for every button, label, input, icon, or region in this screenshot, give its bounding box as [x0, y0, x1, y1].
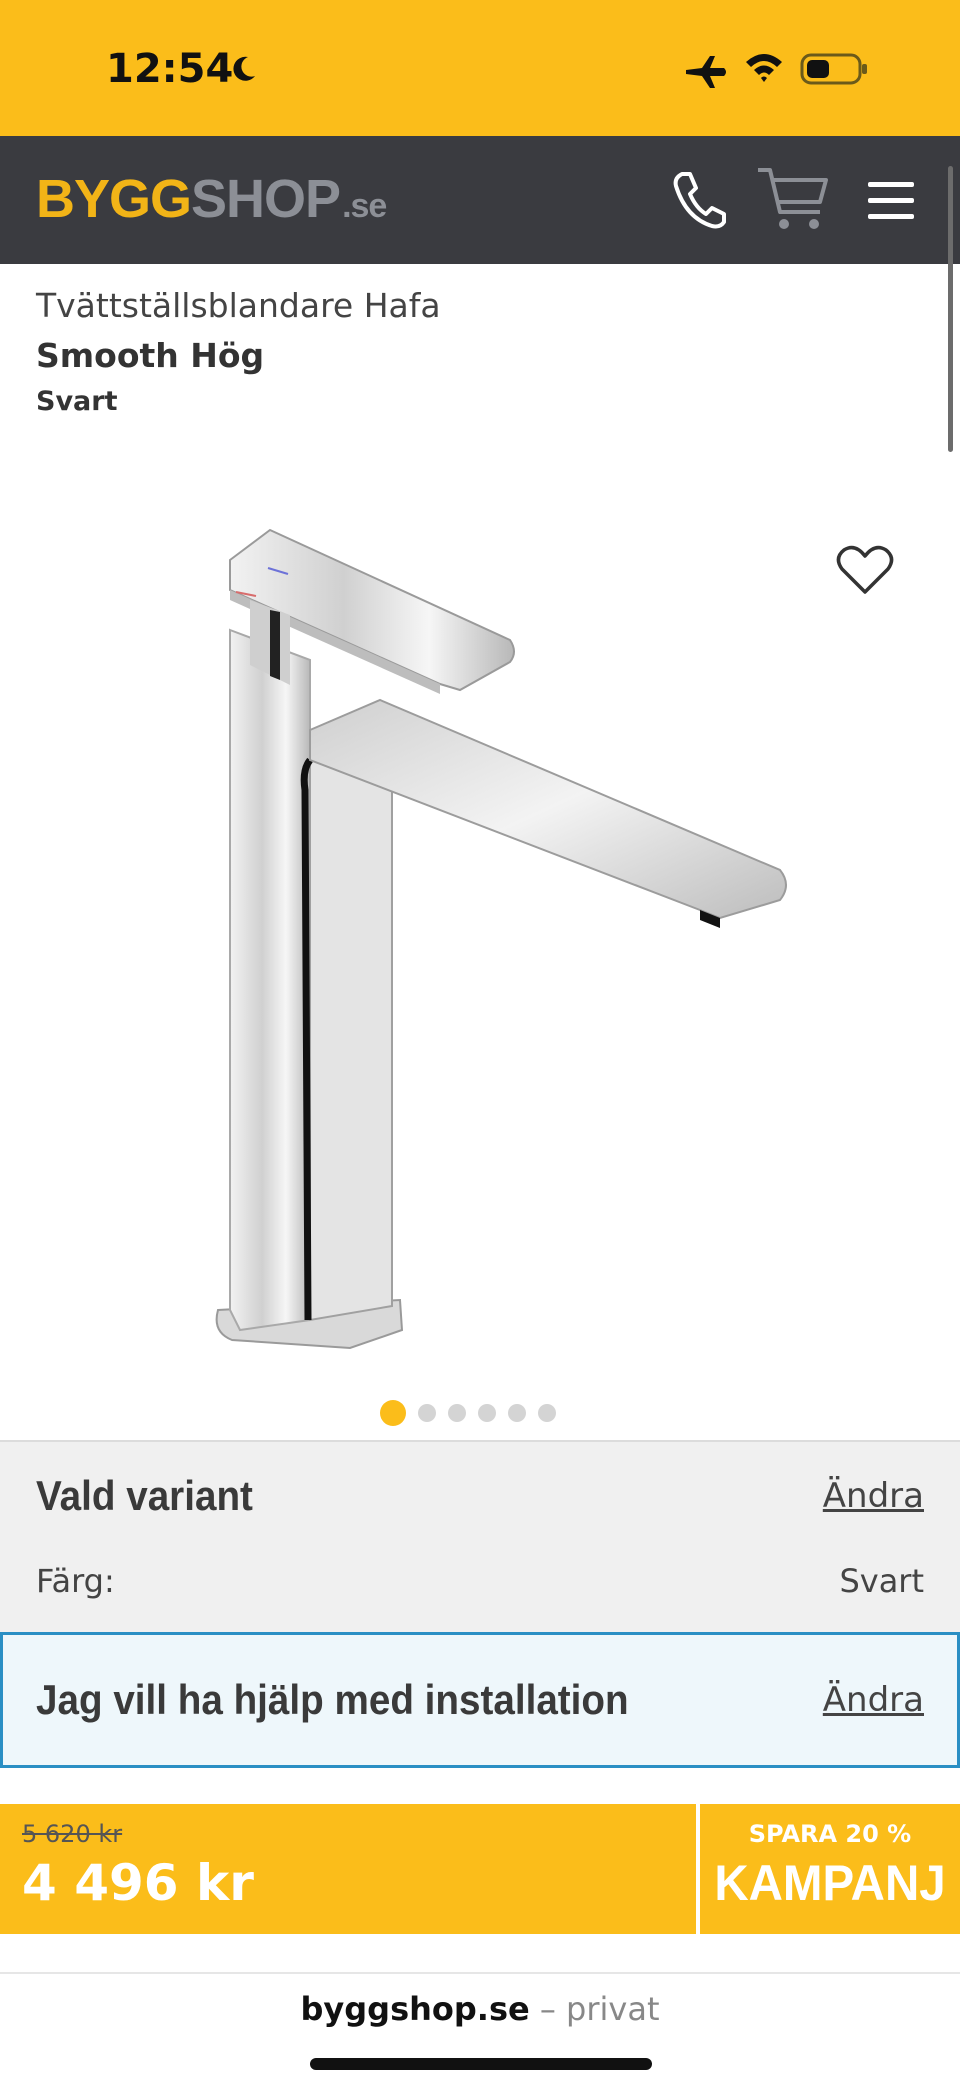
url-domain: byggshop.se: [300, 1990, 530, 2028]
heart-icon[interactable]: [836, 544, 894, 596]
product-color: Svart: [36, 386, 118, 417]
variant-panel: [0, 1440, 960, 1632]
menu-icon[interactable]: [866, 180, 916, 222]
home-indicator[interactable]: [310, 2058, 652, 2070]
carousel-dot[interactable]: [380, 1400, 406, 1426]
cart-icon[interactable]: [756, 162, 830, 236]
moon-icon: [233, 56, 255, 81]
browser-url-bar[interactable]: byggshop.se – privat: [0, 1990, 960, 2028]
campaign-label: KAMPANJ: [714, 1855, 946, 1911]
site-logo[interactable]: BYGG SHOP .se: [36, 168, 387, 232]
old-price: 5 620 kr: [22, 1820, 123, 1848]
divider: [0, 1972, 960, 1974]
airplane-icon: [686, 56, 726, 88]
url-suffix: – privat: [529, 1990, 660, 2028]
product-model: Smooth Hög: [36, 336, 265, 375]
current-price: 4 496 kr: [22, 1854, 254, 1912]
status-time: 12:54: [106, 46, 234, 92]
logo-text-se: .se: [342, 187, 387, 225]
logo-text-shop: SHOP: [191, 169, 341, 229]
color-value: Svart: [839, 1562, 924, 1600]
wifi-icon: [746, 54, 782, 82]
carousel-dot[interactable]: [478, 1404, 496, 1422]
page-scrollbar[interactable]: [948, 166, 953, 452]
color-label: Färg:: [36, 1562, 115, 1600]
battery-icon: [800, 53, 867, 85]
phone-icon[interactable]: [670, 170, 726, 230]
product-image[interactable]: [160, 500, 800, 1400]
carousel-dot[interactable]: [448, 1404, 466, 1422]
carousel-dot[interactable]: [418, 1404, 436, 1422]
installation-label: Jag vill ha hjälp med installation: [36, 1676, 629, 1723]
variant-change-link[interactable]: Ändra: [823, 1476, 924, 1516]
installation-change-link[interactable]: Ändra: [823, 1680, 924, 1720]
product-title: Tvättställsblandare Hafa: [36, 286, 441, 325]
variant-heading: Vald variant: [36, 1472, 253, 1519]
logo-text-bygg: BYGG: [36, 169, 192, 229]
campaign-save-label: SPARA 20 %: [748, 1820, 912, 1848]
carousel-dot[interactable]: [508, 1404, 526, 1422]
carousel-dots: [380, 1400, 556, 1426]
carousel-dot[interactable]: [538, 1404, 556, 1422]
